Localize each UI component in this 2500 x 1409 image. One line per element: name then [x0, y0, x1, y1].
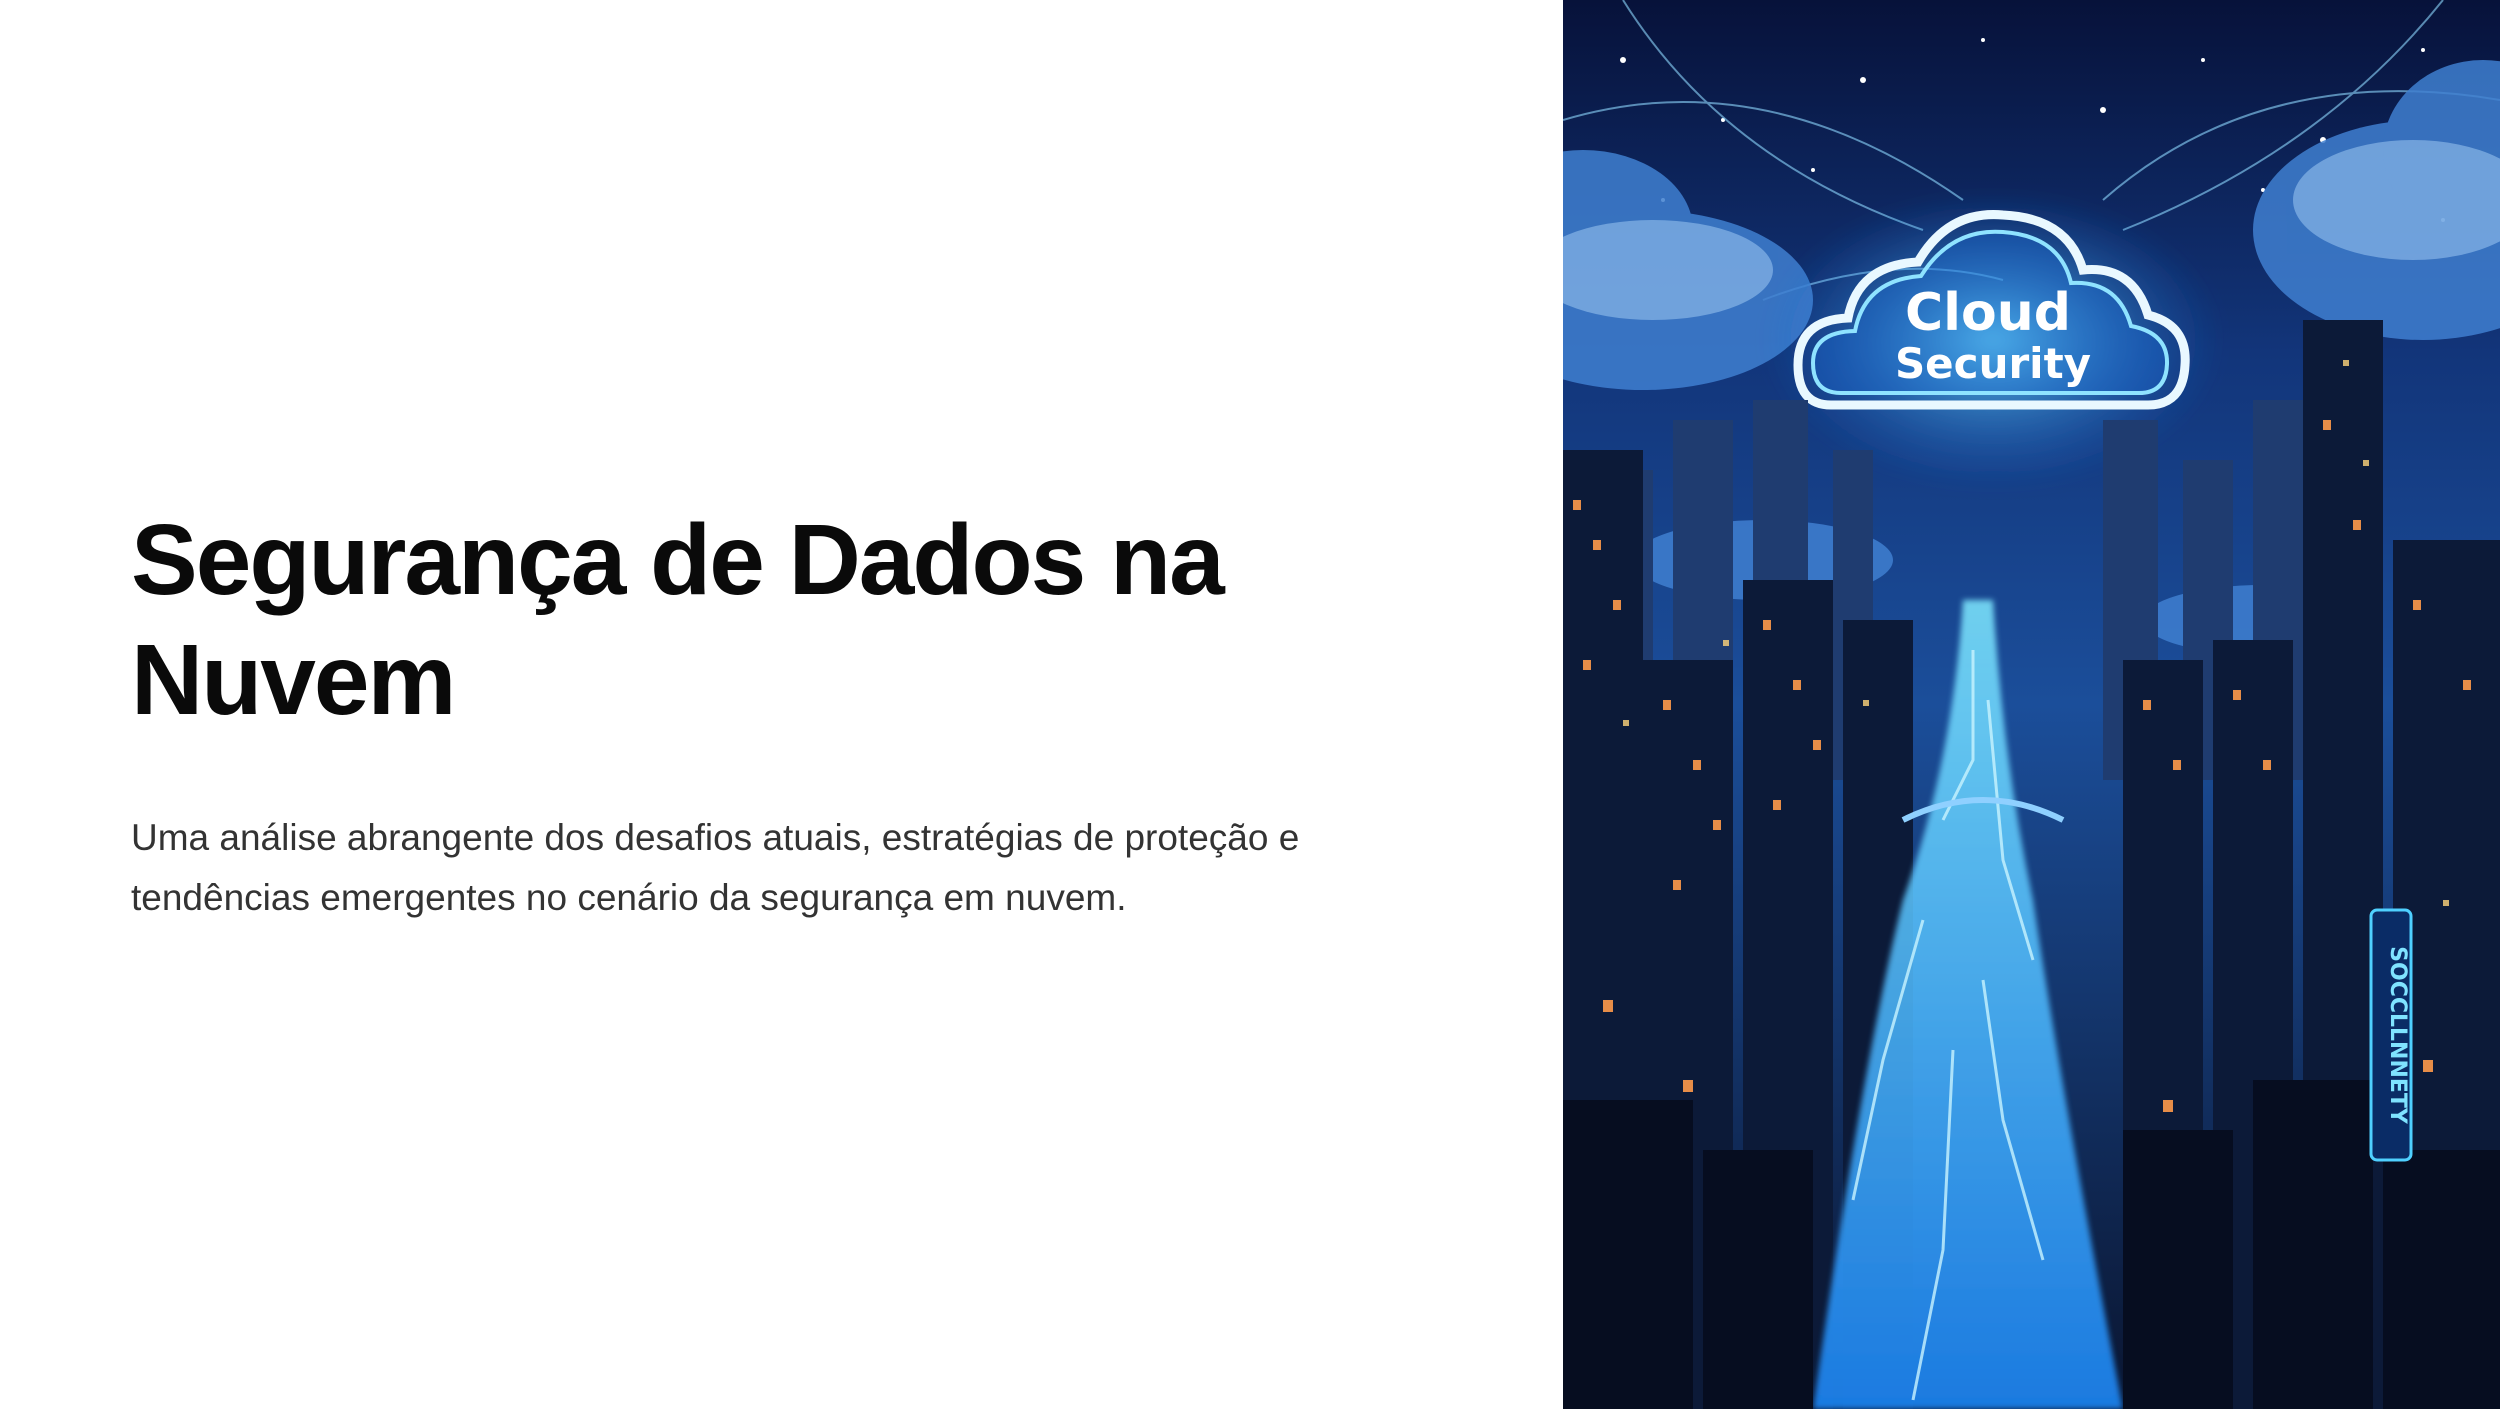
neon-sign-text: SOCCLLNNETY — [2385, 946, 2410, 1125]
presentation-slide: Segurança de Dados na Nuvem Uma análise … — [0, 0, 2500, 1409]
cloud-city-illustration: Cloud Security SOCCLLNNETY — [1563, 0, 2500, 1409]
text-column: Segurança de Dados na Nuvem Uma análise … — [131, 500, 1431, 928]
illustration-svg: Cloud Security SOCCLLNNETY — [1563, 0, 2500, 1409]
slide-title: Segurança de Dados na Nuvem — [131, 504, 1225, 736]
slide-subtitle: Uma análise abrangente dos desafios atua… — [131, 817, 1300, 918]
cloud-label-line1: Cloud — [1905, 283, 2071, 343]
cloud-label-line2: Security — [1895, 339, 2091, 388]
